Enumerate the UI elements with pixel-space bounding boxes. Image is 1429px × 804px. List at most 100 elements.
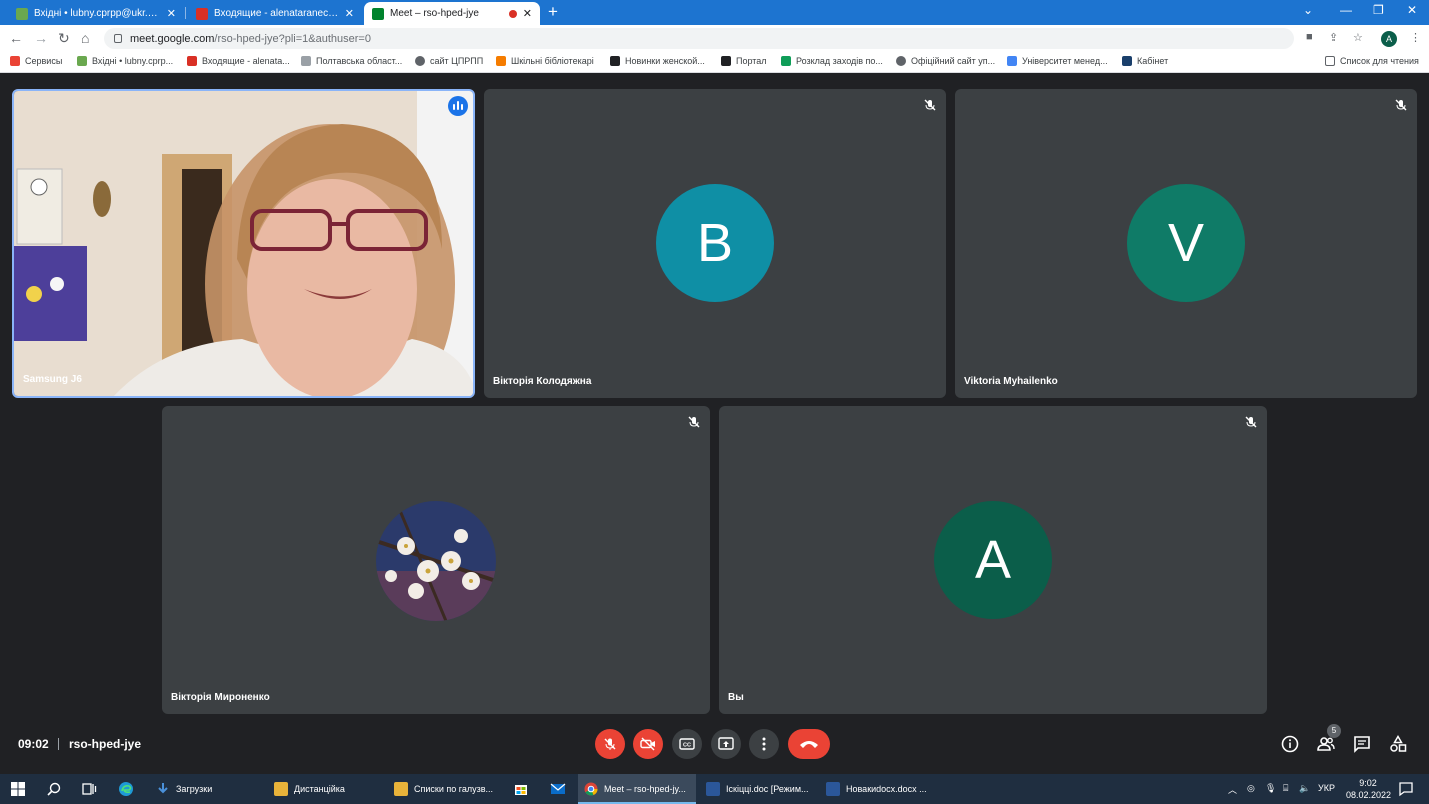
mic-off-icon [1245,416,1257,428]
back-icon[interactable]: ← [9,29,23,47]
reading-list-label: Список для чтения [1340,56,1419,66]
bookmark-label: Новинки женской... [625,56,705,66]
url-host: meet.google.com [130,32,215,45]
taskbar-app-label: Загрузки [176,784,213,794]
bookmark-item[interactable]: сайт ЦПРПП [415,56,483,66]
share-icon[interactable]: ⇪ [1329,31,1338,44]
microphone-icon[interactable]: 🎙 [1265,783,1276,794]
bookmark-label: Офіційний сайт уп... [911,56,996,66]
participant-avatar: A [934,501,1052,619]
divider [58,738,59,750]
tray-chevron-icon[interactable]: ︿ [1228,783,1237,796]
mic-toggle-button[interactable] [595,729,625,759]
system-time: 9:02 [1359,778,1377,788]
tab-search-icon[interactable]: ⌄ [1303,3,1313,17]
bookmark-item[interactable]: Полтавська област... [301,56,402,66]
bookmark-item[interactable]: Новинки женской... [610,56,705,66]
chrome-icon [584,782,598,796]
close-window-icon[interactable]: ✕ [1407,3,1417,17]
task-view-icon[interactable] [81,781,97,797]
activities-icon[interactable] [1389,735,1407,753]
edge-icon[interactable] [118,781,134,797]
mail-icon[interactable] [550,781,566,797]
ukrnet-icon [16,7,28,20]
participant-avatar: V [1127,184,1245,302]
folder-icon [394,782,408,796]
taskbar-app-downloads[interactable]: Загрузки [150,774,262,804]
meeting-code: rso-hped-jye [69,737,142,751]
camera-off-icon [640,737,655,751]
recording-dot-icon [508,9,517,18]
bookmark-item[interactable]: Сервисы [10,56,62,66]
participant-tile[interactable]: Samsung J6 [12,89,475,398]
bookmark-item[interactable]: Портал [721,56,767,66]
close-icon[interactable]: ✕ [345,7,354,20]
taskbar-app-chrome[interactable]: Meet – rso-hped-jy... [578,774,696,804]
camera-icon[interactable]: ■ [1306,31,1313,43]
globe-icon [415,56,425,66]
tab-title: Meet – rso-hped-jye [390,8,479,19]
volume-icon[interactable]: 🔈 [1299,783,1310,794]
close-icon[interactable]: ✕ [523,7,532,20]
tab-ukrnet[interactable]: Вхідні • lubny.cprpp@ukr.net ✕ [8,2,184,25]
present-screen-button[interactable] [711,729,741,759]
site-icon [301,56,311,66]
bookmark-item[interactable]: Університет менед... [1007,56,1108,66]
word-icon [826,782,840,796]
star-icon[interactable]: ☆ [1353,31,1363,44]
language-indicator[interactable]: УКР [1318,783,1335,793]
network-icon[interactable]: ⌸ [1283,783,1288,794]
participant-tile[interactable]: B Вікторія Колодяжна [484,89,946,398]
info-icon[interactable] [1281,735,1299,753]
bookmark-item[interactable]: Вхідні • lubny.cprp... [77,56,173,66]
bookmark-item[interactable]: Шкільні бібліотекарі [496,56,594,66]
svg-text:CC: CC [683,743,691,749]
profile-avatar[interactable]: A [1381,31,1397,47]
bookmark-item[interactable]: Офіційний сайт уп... [896,56,995,66]
menu-icon[interactable]: ⋮ [1410,31,1421,44]
more-vert-icon [762,737,766,751]
notifications-icon[interactable] [1398,781,1414,797]
browser-toolbar: ← → ↻ ⌂ meet.google.com/rso-hped-jye?pli… [0,25,1429,52]
more-options-button[interactable] [749,729,779,759]
apps-icon [10,56,20,66]
windows-start-icon[interactable] [10,781,26,797]
forward-icon[interactable]: → [34,29,48,47]
video-feed [14,91,473,396]
word-icon [706,782,720,796]
bookmark-label: Розклад заходів по... [796,56,883,66]
minimize-icon[interactable]: — [1340,3,1352,17]
cabinet-icon [1122,56,1132,66]
site-icon [610,56,620,66]
new-tab-button[interactable]: + [548,3,558,21]
address-bar[interactable]: meet.google.com/rso-hped-jye?pli=1&authu… [104,28,1294,49]
taskbar-app-word[interactable]: Новакиdocx.docx ... [820,774,936,804]
participant-tile[interactable]: Вікторія Мироненко [162,406,710,714]
system-clock[interactable]: 9:02 08.02.2022 [1346,777,1391,801]
site-icon [721,56,731,66]
bookmark-item[interactable]: Входящие - alenata... [187,56,290,66]
participant-tile[interactable]: V Viktoria Myhailenko [955,89,1417,398]
bookmark-label: Полтавська област... [316,56,403,66]
taskbar-app-word[interactable]: Іскіцці.doc [Режим... [700,774,816,804]
participant-tile[interactable]: A Вы [719,406,1267,714]
home-icon[interactable]: ⌂ [81,29,89,47]
reload-icon[interactable]: ↻ [58,29,70,47]
taskbar-app-folder[interactable]: Дистанційка [268,774,384,804]
store-icon[interactable] [513,781,529,797]
location-icon[interactable]: ◎ [1247,783,1255,794]
captions-button[interactable]: CC [672,729,702,759]
leave-call-button[interactable] [788,729,830,759]
taskbar-app-folder[interactable]: Списки по галузв... [388,774,500,804]
reading-list[interactable]: Список для чтения [1325,56,1419,66]
restore-icon[interactable]: ❐ [1373,3,1384,17]
search-icon[interactable] [46,781,62,797]
chat-icon[interactable] [1353,735,1371,753]
tab-meet[interactable]: Meet – rso-hped-jye ✕ [364,2,540,25]
camera-toggle-button[interactable] [633,729,663,759]
tab-gmail[interactable]: Входящие - alenataranec2019@ ✕ [188,2,362,25]
participant-name: Viktoria Myhailenko [964,376,1058,387]
close-icon[interactable]: ✕ [167,7,176,20]
bookmark-item[interactable]: Розклад заходів по... [781,56,883,66]
bookmark-item[interactable]: Кабінет [1122,56,1168,66]
